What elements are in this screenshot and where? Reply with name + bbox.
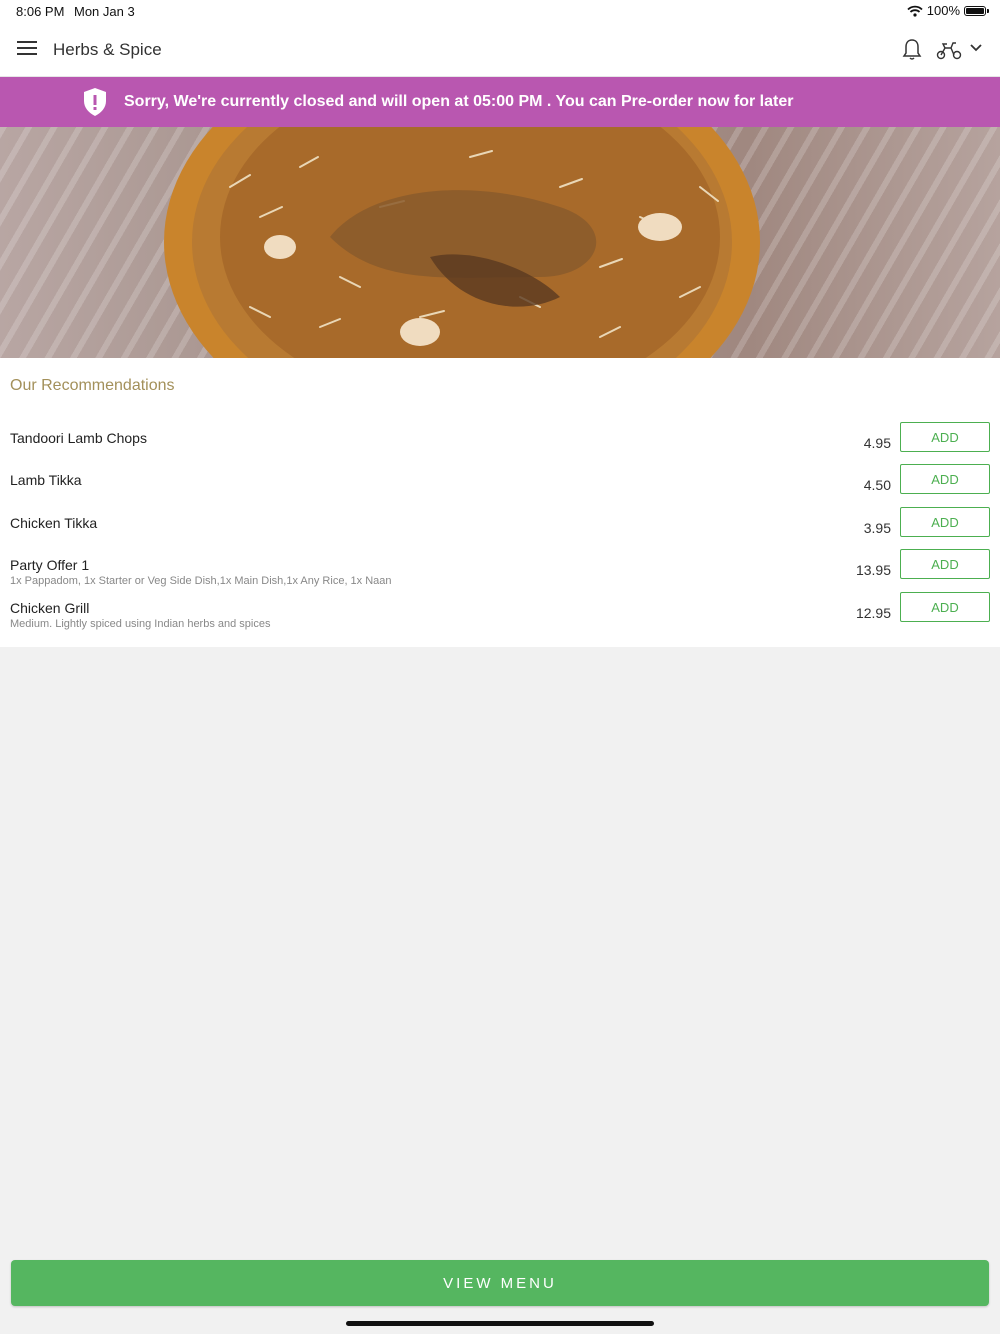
add-button[interactable]: ADD	[900, 592, 990, 622]
item-name: Tandoori Lamb Chops	[10, 430, 147, 446]
status-indicators: 100%	[907, 3, 989, 18]
shield-alert-icon	[84, 88, 106, 116]
item-description: 1x Pappadom, 1x Starter or Veg Side Dish…	[10, 575, 392, 587]
status-bar: 8:06 PM Mon Jan 3 100%	[0, 0, 1000, 24]
status-date: Mon Jan 3	[74, 4, 135, 19]
add-button[interactable]: ADD	[900, 422, 990, 452]
add-button[interactable]: ADD	[900, 549, 990, 579]
status-time: 8:06 PM	[16, 4, 65, 19]
item-price: 13.95	[855, 562, 891, 578]
item-price: 12.95	[855, 605, 891, 621]
biryani-plate-image	[164, 127, 760, 358]
item-name: Chicken Grill	[10, 600, 90, 616]
item-name: Lamb Tikka	[10, 472, 82, 488]
battery-icon	[964, 5, 989, 16]
closed-banner: Sorry, We're currently closed and will o…	[0, 77, 1000, 127]
add-button[interactable]: ADD	[900, 464, 990, 494]
section-title: Our Recommendations	[10, 377, 175, 394]
app-header: Herbs & Spice	[0, 24, 1000, 77]
hero-image	[0, 127, 1000, 358]
item-description: Medium. Lightly spiced using Indian herb…	[10, 618, 271, 630]
page-title: Herbs & Spice	[53, 40, 162, 59]
view-menu-button[interactable]: VIEW MENU	[11, 1260, 989, 1306]
item-price: 4.50	[863, 477, 891, 493]
menu-icon[interactable]	[17, 41, 37, 57]
chevron-down-icon[interactable]	[969, 43, 983, 53]
scooter-icon[interactable]	[936, 40, 962, 60]
item-name: Party Offer 1	[10, 557, 90, 573]
home-indicator[interactable]	[346, 1321, 654, 1326]
item-price: 4.95	[863, 435, 891, 451]
item-price: 3.95	[863, 520, 891, 536]
closed-message: Sorry, We're currently closed and will o…	[124, 93, 794, 110]
recommendations-section: Our Recommendations Tandoori Lamb Chops …	[0, 358, 1000, 647]
bell-icon[interactable]	[902, 38, 922, 62]
add-button[interactable]: ADD	[900, 507, 990, 537]
item-name: Chicken Tikka	[10, 515, 98, 531]
wifi-icon	[907, 5, 923, 17]
battery-percent: 100%	[926, 3, 960, 18]
